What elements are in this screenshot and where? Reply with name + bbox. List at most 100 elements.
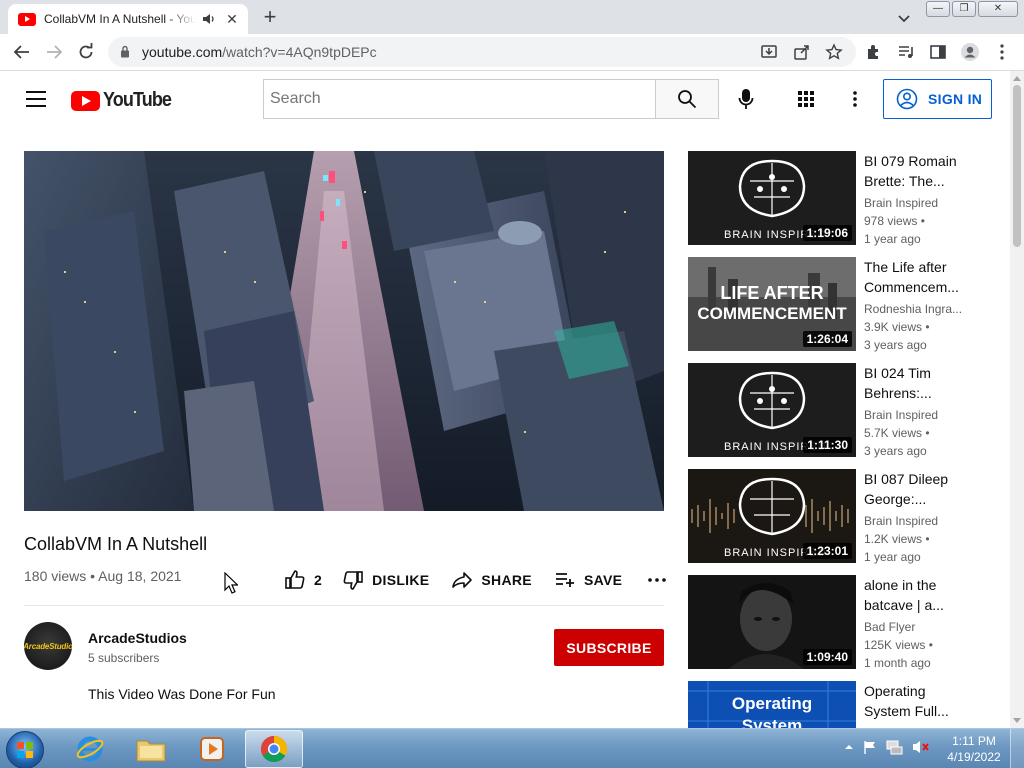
- share-arrow-icon: [452, 572, 473, 588]
- like-button[interactable]: 2: [284, 569, 322, 591]
- channel-name[interactable]: ArcadeStudios: [88, 630, 187, 646]
- bookmark-star-icon[interactable]: [823, 41, 845, 63]
- related-video-channel[interactable]: Brain Inspired: [864, 408, 964, 422]
- related-video-title[interactable]: The Life after Commencem...: [864, 257, 964, 297]
- mouse-cursor-icon: [224, 572, 238, 594]
- lock-icon[interactable]: [120, 45, 130, 58]
- extensions-icon[interactable]: [863, 41, 885, 63]
- new-tab-button[interactable]: +: [258, 6, 282, 30]
- operating-system-thumbnail: Operating System: [688, 681, 856, 728]
- video-player[interactable]: [24, 151, 664, 511]
- back-icon[interactable]: [11, 41, 33, 63]
- browser-toolbar: youtube.com/watch?v=4AQn9tpDEPc: [0, 34, 1024, 71]
- thumb-caption-line1: Operating: [732, 694, 812, 713]
- taskbar-internet-explorer[interactable]: [61, 730, 119, 768]
- channel-avatar[interactable]: ArcadeStudio: [24, 622, 72, 670]
- related-video-channel[interactable]: Rodneshia Ingra...: [864, 302, 964, 316]
- sign-in-label: SIGN IN: [928, 91, 983, 107]
- close-window-button[interactable]: ✕: [978, 1, 1018, 17]
- video-duration: 1:26:04: [802, 331, 852, 347]
- video-thumbnail[interactable]: LIFE AFTER COMMENCEMENT 1:26:04: [688, 257, 856, 351]
- related-video-item[interactable]: BRAIN INSPIRED 1:23:01 BI 087 Dileep Geo…: [688, 469, 964, 564]
- volume-muted-icon[interactable]: [912, 739, 930, 755]
- search-input[interactable]: [263, 79, 656, 119]
- subscribe-button[interactable]: SUBSCRIBE: [554, 629, 664, 666]
- related-video-views: 3.9K views •: [864, 320, 930, 334]
- youtube-play-icon: [71, 90, 100, 111]
- share-page-icon[interactable]: [791, 41, 813, 63]
- related-video-title[interactable]: alone in the batcave | a...: [864, 575, 964, 615]
- browser-tab-strip: CollabVM In A Nutshell - YouTube ✕ + — ❐…: [0, 0, 1024, 34]
- dislike-button[interactable]: DISLIKE: [342, 569, 429, 591]
- maximize-button[interactable]: ❐: [952, 1, 976, 17]
- section-divider: [24, 605, 664, 606]
- forward-icon[interactable]: [43, 41, 65, 63]
- scroll-up-icon[interactable]: [1013, 76, 1021, 81]
- thumbs-down-icon: [343, 571, 363, 590]
- minimize-button[interactable]: —: [926, 1, 950, 17]
- save-button[interactable]: SAVE: [554, 569, 622, 591]
- thumb-caption-line1: LIFE AFTER: [720, 283, 823, 303]
- search-button[interactable]: [655, 79, 719, 119]
- voice-search-button[interactable]: [733, 86, 759, 112]
- side-panel-icon[interactable]: [927, 41, 949, 63]
- browser-tab[interactable]: CollabVM In A Nutshell - YouTube ✕: [8, 4, 248, 34]
- related-video-channel[interactable]: Brain Inspired: [864, 514, 964, 528]
- show-desktop-button[interactable]: [1010, 729, 1024, 768]
- related-video-title[interactable]: BI 079 Romain Brette: The...: [864, 151, 964, 191]
- video-thumbnail[interactable]: 1:09:40: [688, 575, 856, 669]
- taskbar-file-explorer[interactable]: [122, 730, 180, 768]
- taskbar-clock[interactable]: 1:11 PM 4/19/2022: [944, 733, 1004, 765]
- tab-close-icon[interactable]: ✕: [224, 11, 240, 28]
- related-video-item[interactable]: 1:09:40 alone in the batcave | a... Bad …: [688, 575, 964, 670]
- related-video-title[interactable]: BI 087 Dileep George:...: [864, 469, 964, 509]
- profile-icon[interactable]: [959, 41, 981, 63]
- video-thumbnail[interactable]: BRAIN INSPIRED 1:23:01: [688, 469, 856, 563]
- chevron-down-icon[interactable]: [894, 8, 914, 28]
- related-video-channel[interactable]: Brain Inspired: [864, 196, 964, 210]
- address-bar[interactable]: youtube.com/watch?v=4AQn9tpDEPc: [108, 37, 856, 67]
- action-center-flag-icon[interactable]: [862, 739, 878, 755]
- video-view-count-date: 180 views • Aug 18, 2021: [24, 568, 182, 584]
- youtube-logo[interactable]: YouTube: [71, 89, 179, 112]
- video-thumbnail[interactable]: Operating System: [688, 681, 856, 728]
- share-button[interactable]: SHARE: [451, 569, 532, 591]
- taskbar-chrome[interactable]: [245, 730, 303, 768]
- apps-grid-icon[interactable]: [795, 88, 817, 110]
- related-video-age: 1 month ago: [864, 656, 931, 670]
- scrollbar-thumb[interactable]: [1013, 85, 1021, 247]
- related-video-age: 3 years ago: [864, 338, 927, 352]
- internet-explorer-icon: [76, 736, 104, 762]
- related-video-channel[interactable]: Bad Flyer: [864, 620, 964, 634]
- video-duration: 1:23:01: [802, 543, 852, 559]
- start-button[interactable]: [6, 731, 44, 768]
- more-options-icon[interactable]: [845, 88, 865, 110]
- chrome-icon: [260, 735, 288, 763]
- url-path: /watch?v=4AQn9tpDEPc: [222, 44, 377, 60]
- related-video-item[interactable]: Operating System Operating System Full..…: [688, 681, 964, 728]
- save-label: SAVE: [583, 572, 623, 588]
- install-icon[interactable]: [758, 41, 780, 63]
- related-video-item[interactable]: BRAIN INSPIRED 1:19:06 BI 079 Romain Bre…: [688, 151, 964, 246]
- video-thumbnail[interactable]: BRAIN INSPIRED 1:19:06: [688, 151, 856, 245]
- related-video-title[interactable]: Operating System Full...: [864, 681, 964, 721]
- taskbar-media-player[interactable]: [183, 730, 241, 768]
- hamburger-menu-icon[interactable]: [26, 91, 46, 107]
- dislike-label: DISLIKE: [372, 572, 430, 588]
- media-control-icon[interactable]: [895, 41, 917, 63]
- related-video-item[interactable]: LIFE AFTER COMMENCEMENT 1:26:04 The Life…: [688, 257, 964, 352]
- scroll-down-icon[interactable]: [1013, 718, 1021, 723]
- reload-icon[interactable]: [75, 41, 97, 63]
- related-video-title[interactable]: BI 024 Tim Behrens:...: [864, 363, 964, 403]
- video-description: This Video Was Done For Fun: [88, 686, 276, 702]
- sign-in-button[interactable]: SIGN IN: [883, 79, 992, 119]
- page-scrollbar[interactable]: [1010, 71, 1024, 728]
- tray-expand-icon[interactable]: [844, 742, 854, 752]
- more-actions-button[interactable]: [648, 578, 674, 582]
- related-video-item[interactable]: BRAIN INSPIRED 1:11:30 BI 024 Tim Behren…: [688, 363, 964, 458]
- video-thumbnail[interactable]: BRAIN INSPIRED 1:11:30: [688, 363, 856, 457]
- speaker-icon[interactable]: [202, 12, 216, 26]
- chrome-menu-icon[interactable]: [991, 41, 1013, 63]
- windows-taskbar: 1:11 PM 4/19/2022: [0, 728, 1024, 768]
- network-icon[interactable]: [886, 739, 904, 755]
